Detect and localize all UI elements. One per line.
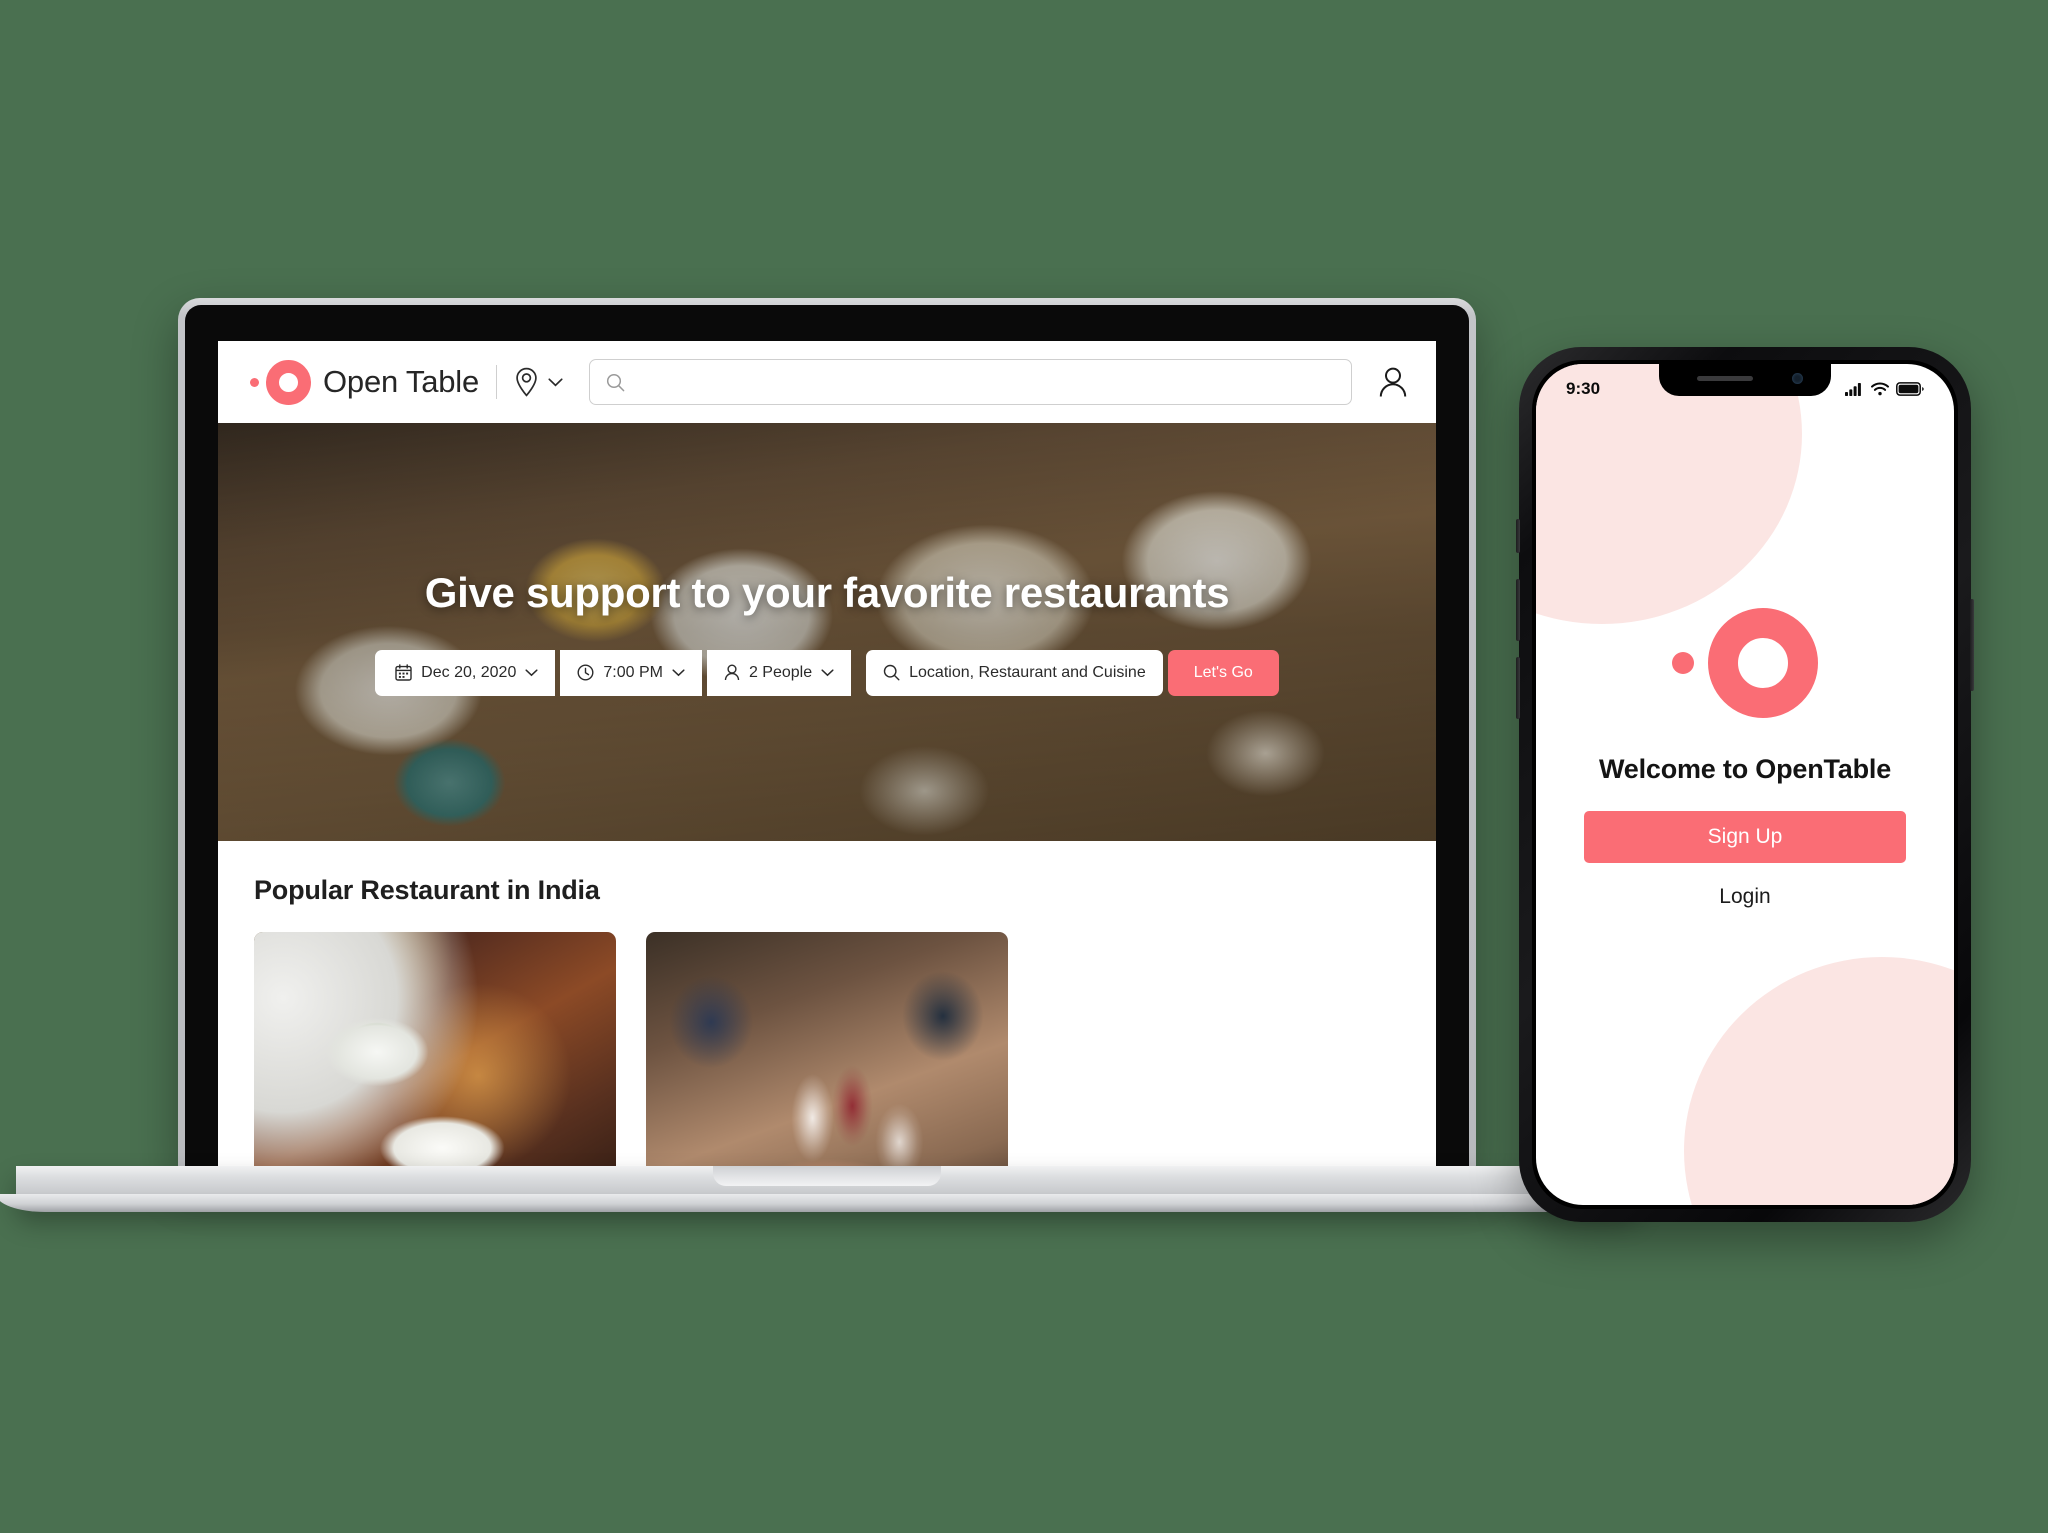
opentable-logo-mark	[250, 359, 311, 405]
phone-bezel: 9:30 Welcome to OpenTable Sign Up Login	[1532, 360, 1958, 1209]
restaurant-card-2[interactable]	[646, 932, 1008, 1171]
location-picker[interactable]	[514, 367, 563, 397]
device-mockup-scene: Open Table Give support to your favorite…	[0, 0, 2048, 1533]
date-value: Dec 20, 2020	[421, 663, 517, 681]
search-icon	[883, 664, 900, 681]
brand-dot-icon	[250, 377, 259, 387]
phone-mute-switch[interactable]	[1516, 519, 1520, 553]
time-picker[interactable]: 7:00 PM	[560, 649, 702, 696]
brand-dot-icon	[1672, 652, 1694, 674]
phone-notch	[1659, 364, 1831, 396]
restaurant-card-1-photo	[254, 932, 616, 1171]
header-search-box[interactable]	[589, 359, 1352, 405]
chevron-down-icon	[821, 668, 834, 677]
site-header: Open Table	[218, 341, 1436, 423]
hero-title: Give support to your favorite restaurant…	[424, 568, 1230, 616]
laptop-foot	[0, 1194, 1658, 1212]
laptop-lid: Open Table Give support to your favorite…	[178, 298, 1476, 1171]
lets-go-button[interactable]: Let's Go	[1167, 649, 1279, 696]
front-camera-icon	[1792, 373, 1803, 384]
search-input[interactable]	[635, 372, 1335, 392]
brand-ring-icon	[1708, 608, 1818, 718]
person-icon	[724, 664, 740, 681]
sign-up-button[interactable]: Sign Up	[1584, 811, 1906, 863]
date-picker[interactable]: Dec 20, 2020	[375, 649, 556, 696]
party-size-picker[interactable]: 2 People	[706, 649, 852, 696]
battery-icon	[1896, 381, 1924, 396]
search-icon	[606, 373, 625, 392]
restaurant-card-2-photo	[646, 932, 1008, 1171]
laptop-screen: Open Table Give support to your favorite…	[218, 341, 1436, 1171]
status-indicators	[1845, 381, 1924, 396]
chevron-down-icon	[548, 377, 563, 387]
popular-restaurants-section: Popular Restaurant in India	[218, 841, 1436, 1171]
hero-banner: Give support to your favorite restaurant…	[218, 423, 1436, 841]
earpiece-speaker	[1697, 376, 1753, 381]
account-button[interactable]	[1378, 366, 1408, 398]
phone-power-button[interactable]	[1970, 599, 1974, 691]
login-link[interactable]: Login	[1719, 885, 1770, 909]
cellular-signal-icon	[1845, 382, 1864, 396]
laptop-bezel: Open Table Give support to your favorite…	[185, 305, 1469, 1171]
brand-ring-icon	[266, 359, 311, 405]
wifi-icon	[1871, 381, 1889, 396]
brand-logo[interactable]: Open Table	[250, 359, 479, 405]
phone-opentable-logo	[1672, 608, 1818, 718]
time-value: 7:00 PM	[603, 663, 663, 681]
laptop-device: Open Table Give support to your favorite…	[0, 298, 1658, 1212]
chevron-down-icon	[672, 668, 685, 677]
clock-icon	[577, 664, 594, 681]
status-time: 9:30	[1566, 378, 1601, 398]
phone-screen: 9:30 Welcome to OpenTable Sign Up Login	[1536, 364, 1954, 1205]
section-title: Popular Restaurant in India	[254, 875, 600, 905]
restaurant-card-3[interactable]	[1038, 932, 1400, 1171]
brand-name: Open Table	[323, 364, 479, 399]
header-divider	[496, 365, 497, 399]
chevron-down-icon	[525, 668, 538, 677]
location-pin-icon	[514, 367, 539, 397]
calendar-icon	[395, 664, 412, 681]
restaurant-card-row	[254, 932, 1400, 1171]
phone-device: 9:30 Welcome to OpenTable Sign Up Login	[1516, 347, 1974, 1222]
welcome-title: Welcome to OpenTable	[1598, 754, 1892, 784]
party-size-value: 2 People	[748, 663, 813, 681]
phone-volume-down-button[interactable]	[1516, 657, 1520, 719]
user-account-icon	[1378, 366, 1408, 398]
location-query-placeholder: Location, Restaurant and Cuisine	[909, 663, 1146, 681]
booking-search-bar: Dec 20, 2020 7:00 PM 2 People Location, …	[375, 649, 1279, 696]
restaurant-card-3-photo	[1038, 932, 1400, 1171]
phone-volume-up-button[interactable]	[1516, 579, 1520, 641]
restaurant-card-1[interactable]	[254, 932, 616, 1171]
location-query-field[interactable]: Location, Restaurant and Cuisine	[866, 649, 1163, 696]
phone-welcome-screen: Welcome to OpenTable Sign Up Login	[1536, 364, 1954, 1179]
